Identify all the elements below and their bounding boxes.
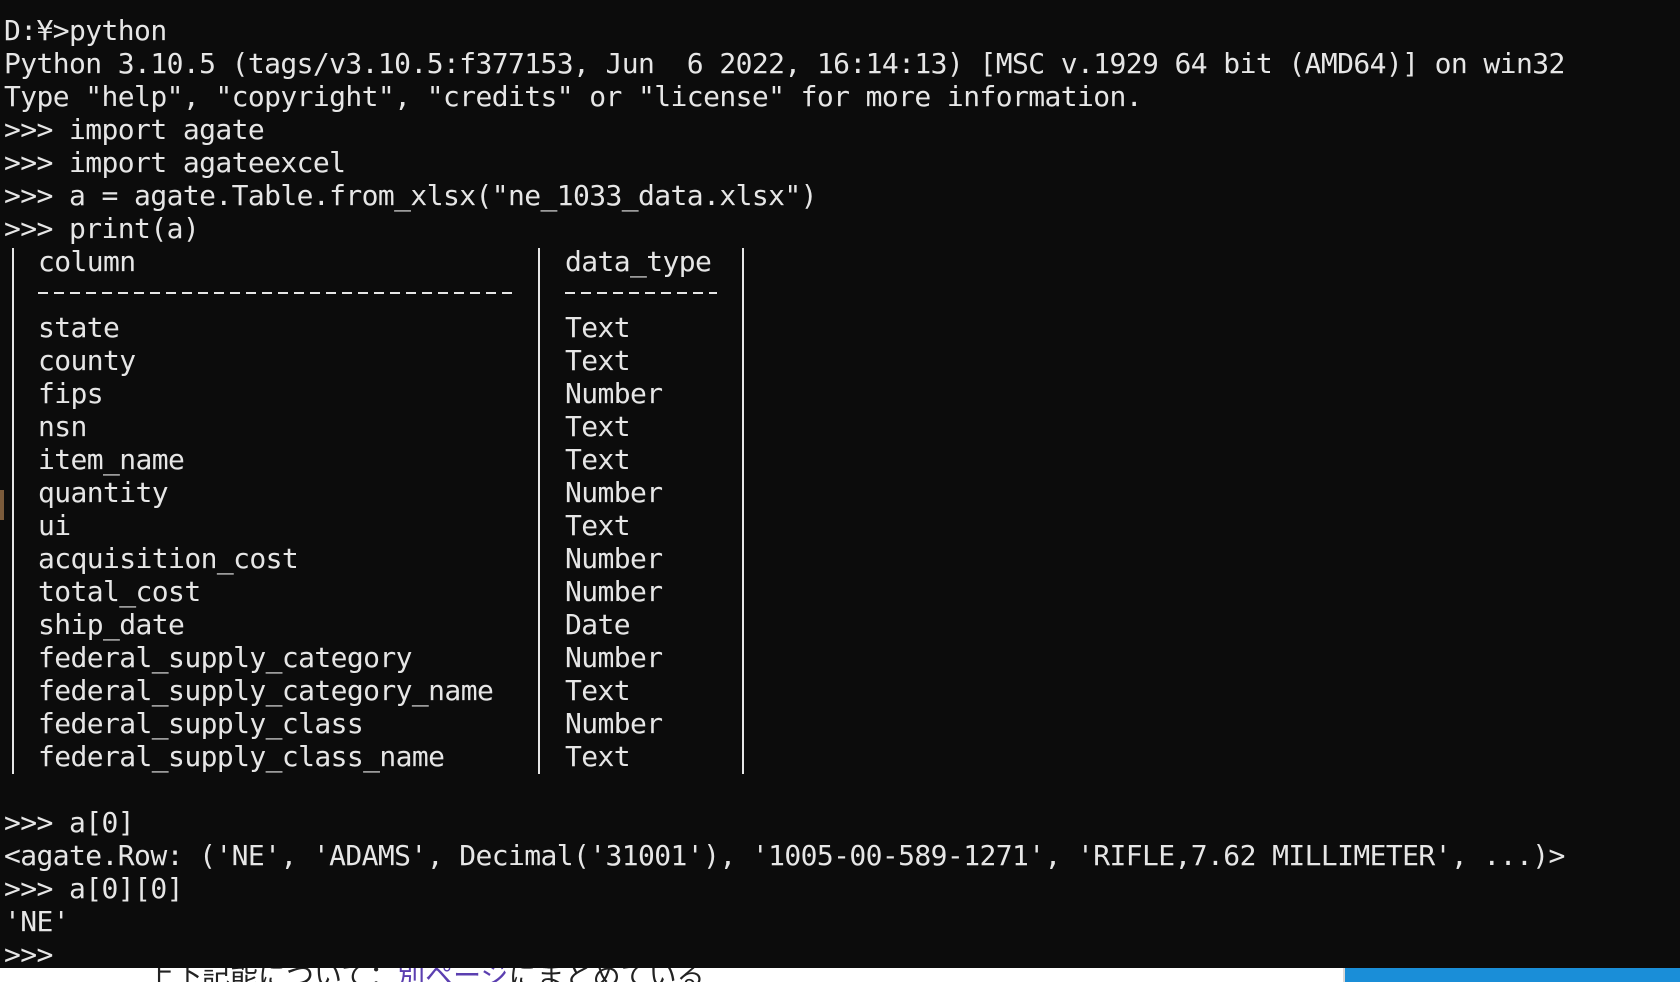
- table-cell-data-type: Number: [565, 707, 663, 740]
- table-border-left: [12, 248, 14, 774]
- table-cell-data-type: Text: [565, 311, 631, 344]
- command-print: >>> print(a): [4, 212, 200, 245]
- output-a0-row: <agate.Row: ('NE', 'ADAMS', Decimal('310…: [4, 839, 1565, 872]
- command-a0: >>> a[0]: [4, 806, 135, 839]
- table-cell-data-type: Text: [565, 410, 631, 443]
- table-cell-column-name: fips: [38, 377, 104, 410]
- table-cell-column-name: ui: [38, 509, 71, 542]
- table-cell-data-type: Text: [565, 509, 631, 542]
- table-cell-column-name: nsn: [38, 410, 87, 443]
- table-cell-column-name: county: [38, 344, 136, 377]
- table-cell-column-name: acquisition_cost: [38, 542, 299, 575]
- python-banner-help: Type "help", "copyright", "credits" or "…: [4, 80, 1143, 113]
- command-a00: >>> a[0][0]: [4, 872, 183, 905]
- table-cell-data-type: Date: [565, 608, 631, 641]
- python-banner-version: Python 3.10.5 (tags/v3.10.5:f377153, Jun…: [4, 47, 1565, 80]
- table-cell-column-name: quantity: [38, 476, 169, 509]
- prompt-line: D:¥>python: [4, 14, 167, 47]
- table-cell-data-type: Number: [565, 476, 663, 509]
- background-accent-panel: [1343, 968, 1680, 982]
- table-header-separator-type: [565, 292, 717, 294]
- table-cell-column-name: item_name: [38, 443, 185, 476]
- table-border-right: [742, 248, 744, 774]
- table-cell-column-name: ship_date: [38, 608, 185, 641]
- output-a00: 'NE': [4, 905, 70, 938]
- table-cell-data-type: Text: [565, 674, 631, 707]
- table-cell-column-name: state: [38, 311, 120, 344]
- table-cell-column-name: federal_supply_class: [38, 707, 364, 740]
- background-text-before: 上下記能について：: [146, 968, 397, 982]
- table-header-column: column: [38, 245, 136, 278]
- console-window[interactable]: D:¥>python Python 3.10.5 (tags/v3.10.5:f…: [0, 0, 1680, 968]
- table-cell-column-name: federal_supply_category_name: [38, 674, 494, 707]
- table-cell-data-type: Number: [565, 641, 663, 674]
- table-border-middle: [538, 248, 540, 774]
- table-cell-data-type: Number: [565, 542, 663, 575]
- final-prompt[interactable]: >>>: [4, 938, 53, 968]
- command-import-agate: >>> import agate: [4, 113, 265, 146]
- command-import-agateexcel: >>> import agateexcel: [4, 146, 346, 179]
- table-header-data-type: data_type: [565, 245, 712, 278]
- background-text-after: にまとめている: [509, 968, 705, 982]
- table-header-separator-column: [38, 292, 514, 294]
- window-edge-marker: [0, 490, 4, 520]
- table-cell-data-type: Number: [565, 377, 663, 410]
- background-page-text: 上下記能について：別ページにまとめている: [146, 968, 705, 982]
- background-link[interactable]: 別ページ: [397, 968, 508, 982]
- table-cell-column-name: federal_supply_class_name: [38, 740, 445, 773]
- table-cell-data-type: Text: [565, 740, 631, 773]
- table-cell-column-name: federal_supply_category: [38, 641, 413, 674]
- table-cell-data-type: Text: [565, 344, 631, 377]
- table-cell-data-type: Number: [565, 575, 663, 608]
- command-load-table: >>> a = agate.Table.from_xlsx("ne_1033_d…: [4, 179, 817, 212]
- table-cell-column-name: total_cost: [38, 575, 201, 608]
- table-cell-data-type: Text: [565, 443, 631, 476]
